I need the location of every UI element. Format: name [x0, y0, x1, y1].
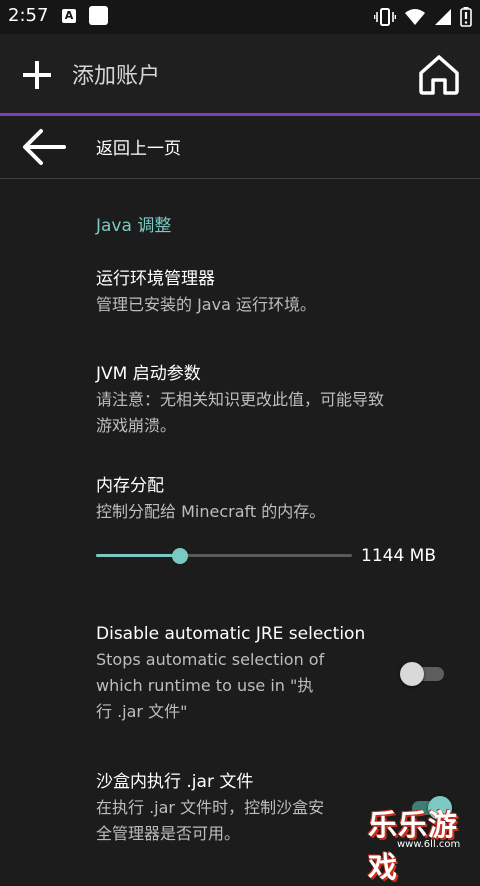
battery-icon — [460, 7, 472, 27]
disable-jre-switch[interactable] — [400, 662, 444, 686]
pref-memory: 内存分配 控制分配给 Minecraft 的内存。 — [96, 473, 325, 525]
pref-sandbox[interactable]: 沙盒内执行 .jar 文件 在执行 .jar 文件时，控制沙盒安 全管理器是否可… — [96, 769, 324, 847]
page-title: 添加账户 — [72, 64, 161, 89]
pref-runtime-manager[interactable]: 运行环境管理器 管理已安装的 Java 运行环境。 — [96, 266, 316, 318]
status-bar: 2:57 A — [0, 0, 480, 34]
home-icon[interactable] — [416, 52, 462, 98]
switch-thumb — [400, 662, 424, 686]
pref-title: 内存分配 — [96, 476, 164, 496]
notification-a-icon: A — [62, 9, 76, 23]
pref-summary: 管理已安装的 Java 运行环境。 — [96, 295, 316, 314]
pref-disable-jre[interactable]: Disable automatic JRE selection Stops au… — [96, 621, 365, 725]
pref-summary-line: 在执行 .jar 文件时，控制沙盒安 — [96, 798, 325, 817]
wifi-icon — [405, 9, 425, 25]
app-bar: 添加账户 — [0, 34, 480, 116]
pref-summary-line: Stops automatic selection of — [96, 650, 325, 669]
pref-summary-line: 全管理器是否可用。 — [96, 824, 241, 843]
watermark-url: www.6ll.com — [397, 839, 461, 850]
back-label: 返回上一页 — [96, 139, 181, 159]
signal-icon — [435, 9, 451, 25]
status-time: 2:57 — [8, 5, 49, 26]
back-arrow-icon[interactable] — [20, 124, 66, 170]
watermark: 乐乐游戏 www.6ll.com — [364, 800, 480, 884]
pref-jvm-args[interactable]: JVM 启动参数 请注意：无相关知识更改此值，可能导致 游戏崩溃。 — [96, 361, 384, 439]
pref-summary: 控制分配给 Minecraft 的内存。 — [96, 502, 326, 521]
section-header-java: Java 调整 — [96, 216, 172, 236]
pref-summary-line: 请注意：无相关知识更改此值，可能导致 — [96, 390, 385, 409]
pref-title: 运行环境管理器 — [96, 269, 215, 289]
pref-title: Disable automatic JRE selection — [96, 624, 366, 644]
slider-fill — [96, 554, 180, 557]
pref-summary-line: which runtime to use in "执 — [96, 676, 314, 695]
status-icons — [374, 6, 472, 28]
notification-square-icon — [89, 6, 108, 25]
slider-thumb[interactable] — [172, 548, 188, 564]
pref-summary-line: 游戏崩溃。 — [96, 416, 177, 435]
pref-title: JVM 启动参数 — [96, 364, 201, 384]
add-icon[interactable] — [20, 58, 54, 92]
back-row[interactable]: 返回上一页 — [0, 116, 480, 179]
pref-title: 沙盒内执行 .jar 文件 — [96, 772, 254, 792]
memory-slider[interactable] — [96, 546, 352, 566]
memory-value: 1144 MB — [361, 546, 436, 566]
pref-summary-line: 行 .jar 文件" — [96, 702, 188, 721]
vibrate-icon — [374, 8, 396, 26]
